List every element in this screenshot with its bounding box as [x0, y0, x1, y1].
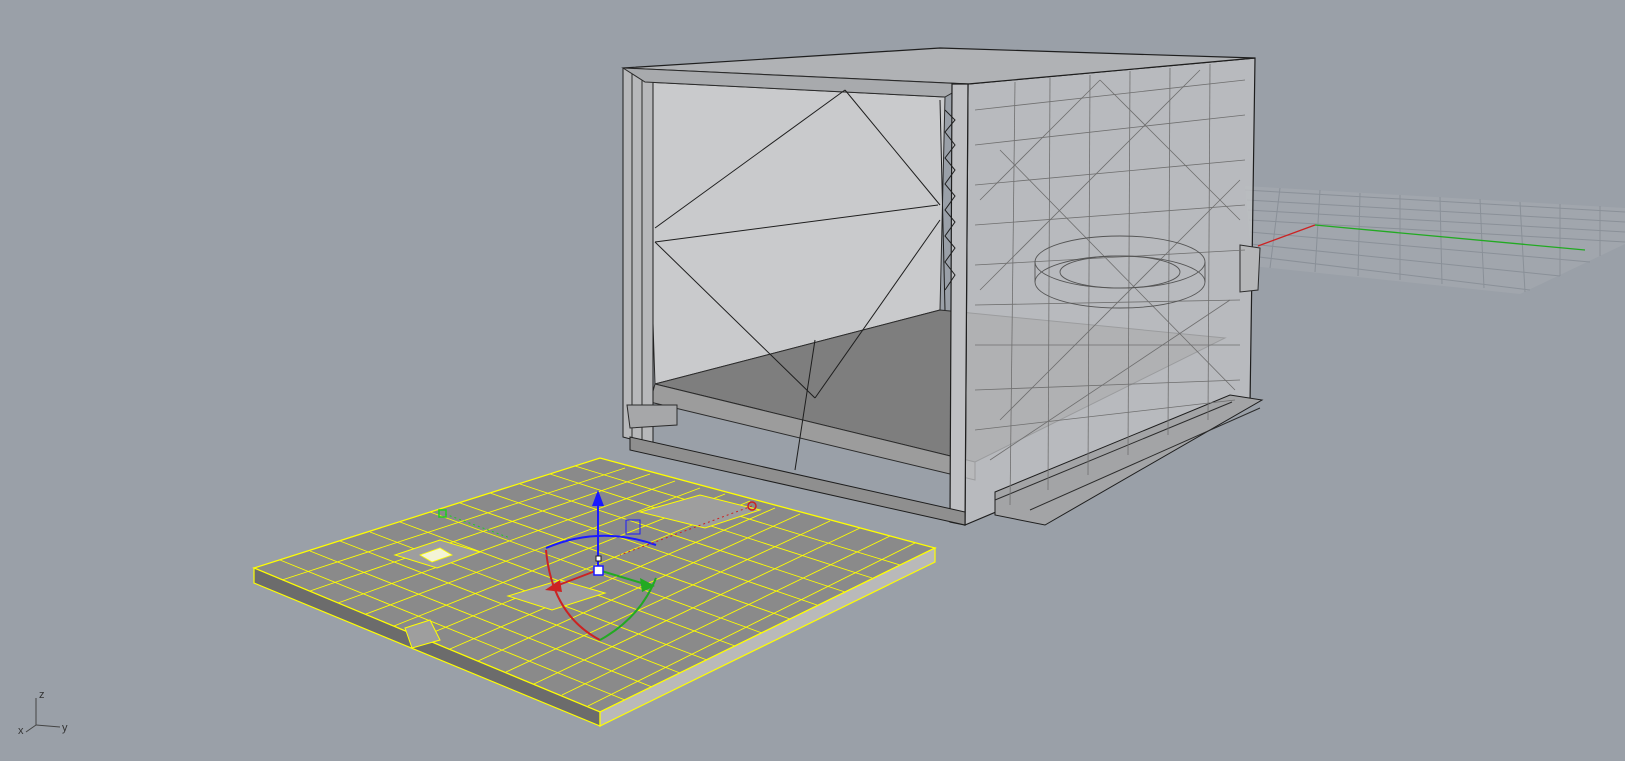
- axis-x-label: x: [18, 725, 24, 737]
- world-axes-widget: z x y: [18, 689, 68, 737]
- perspective-viewport[interactable]: z x y: [0, 0, 1625, 761]
- gumball-menu-handle[interactable]: [595, 555, 602, 562]
- axis-y-label: y: [62, 722, 68, 734]
- selected-base-plate[interactable]: [252, 457, 937, 727]
- axis-z-label: z: [39, 689, 45, 701]
- construction-grid: [1244, 186, 1625, 294]
- enclosure-box[interactable]: [621, 47, 1264, 526]
- gumball-origin-handle[interactable]: [593, 565, 604, 576]
- scene-canvas[interactable]: z x y: [0, 0, 1625, 761]
